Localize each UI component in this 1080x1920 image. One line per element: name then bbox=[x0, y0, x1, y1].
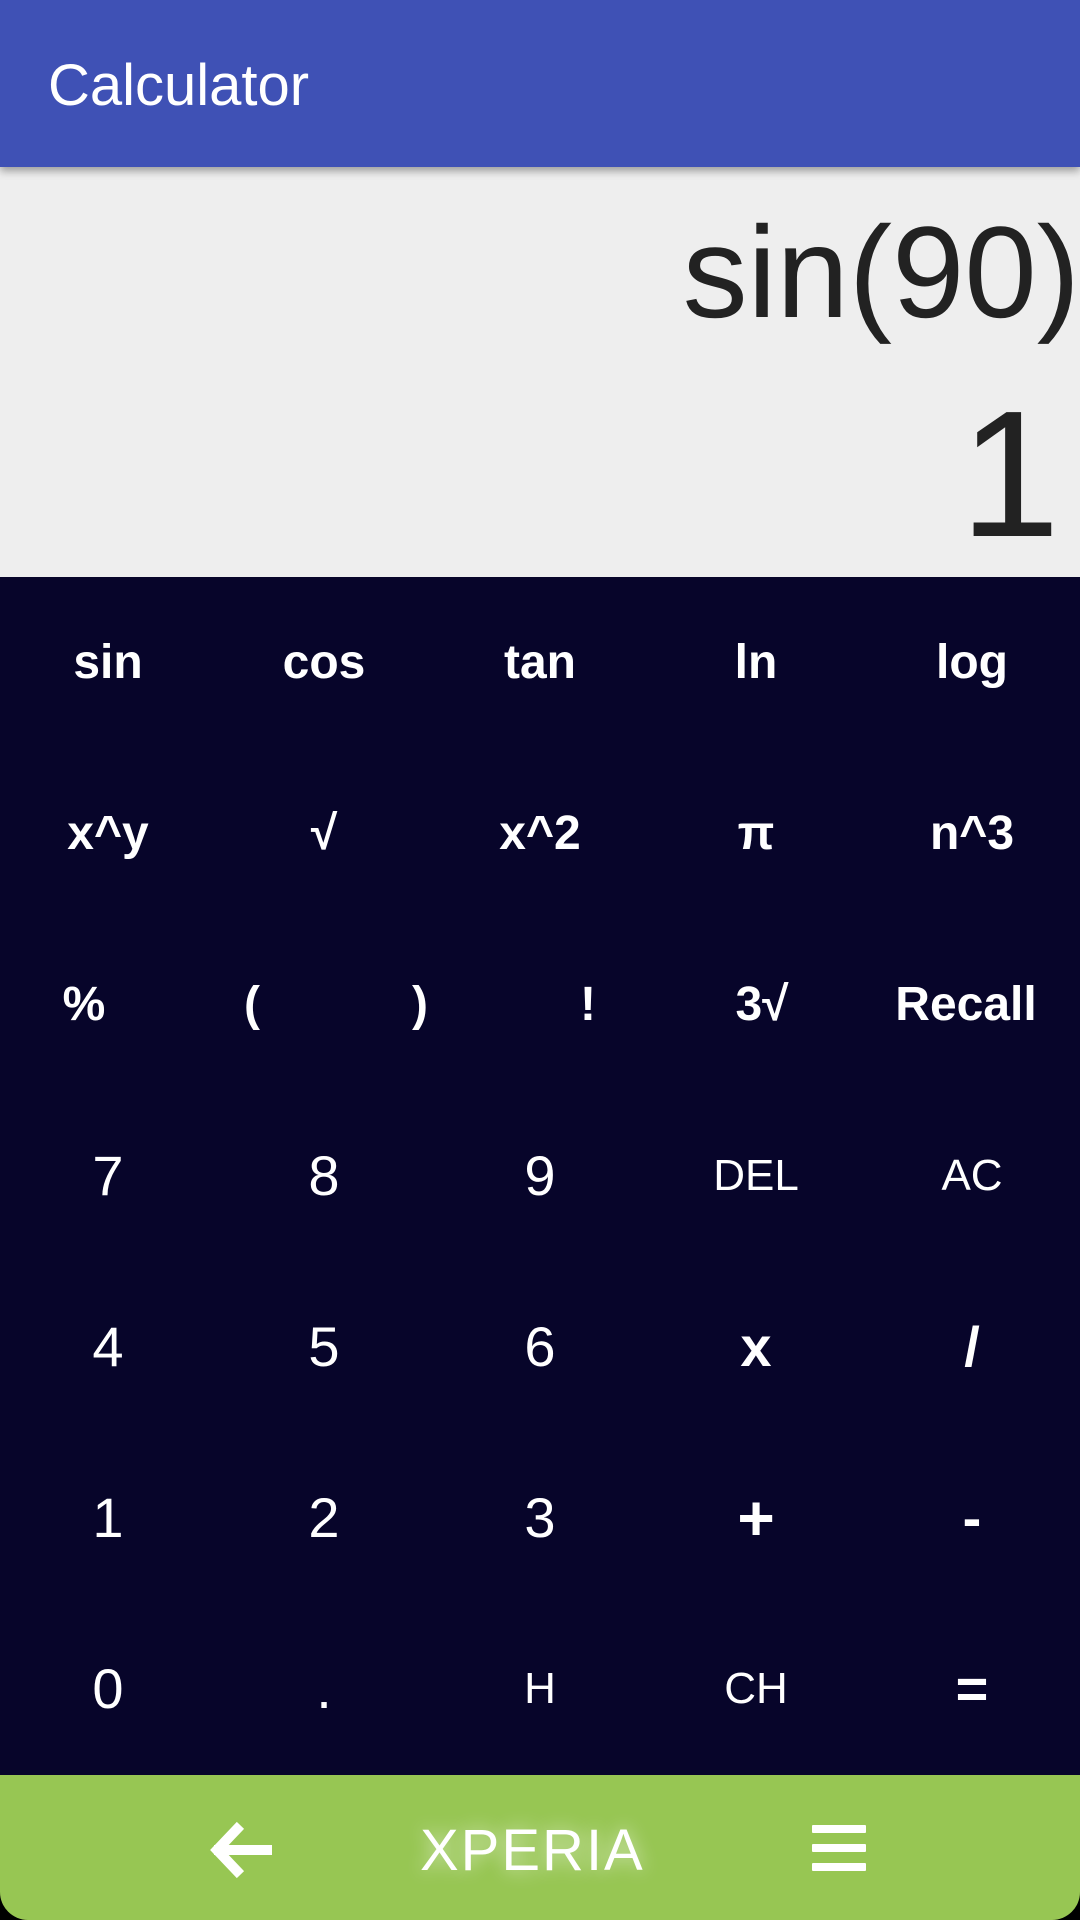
tan-button[interactable]: tan bbox=[432, 577, 648, 748]
power-button[interactable]: x^y bbox=[0, 748, 216, 919]
multiply-button[interactable]: x bbox=[648, 1261, 864, 1432]
minus-button[interactable]: - bbox=[864, 1432, 1080, 1603]
decimal-button[interactable]: . bbox=[216, 1603, 432, 1774]
ln-button[interactable]: ln bbox=[648, 577, 864, 748]
percent-button[interactable]: % bbox=[0, 919, 168, 1090]
app-title: Calculator bbox=[48, 53, 310, 118]
divide-button[interactable]: / bbox=[864, 1261, 1080, 1432]
digit-7-button[interactable]: 7 bbox=[0, 1090, 216, 1261]
open-paren-button[interactable]: ( bbox=[168, 919, 336, 1090]
cube-root-button[interactable]: 3√ bbox=[672, 919, 852, 1090]
result-text: 1 bbox=[959, 374, 1060, 575]
digit-3-button[interactable]: 3 bbox=[432, 1432, 648, 1603]
digit-9-button[interactable]: 9 bbox=[432, 1090, 648, 1261]
recall-button[interactable]: Recall bbox=[852, 919, 1080, 1090]
digit-8-button[interactable]: 8 bbox=[216, 1090, 432, 1261]
digit-1-button[interactable]: 1 bbox=[0, 1432, 216, 1603]
close-paren-button[interactable]: ) bbox=[336, 919, 504, 1090]
delete-button[interactable]: DEL bbox=[648, 1090, 864, 1261]
digit-2-button[interactable]: 2 bbox=[216, 1432, 432, 1603]
equals-button[interactable]: = bbox=[864, 1603, 1080, 1774]
log-button[interactable]: log bbox=[864, 577, 1080, 748]
app-bar: Calculator bbox=[0, 0, 1080, 167]
digit-0-button[interactable]: 0 bbox=[0, 1603, 216, 1774]
pi-button[interactable]: π bbox=[648, 748, 864, 919]
calculator-display: sin(90) 1 bbox=[0, 167, 1080, 577]
cube-button[interactable]: n^3 bbox=[864, 748, 1080, 919]
square-button[interactable]: x^2 bbox=[432, 748, 648, 919]
digit-4-button[interactable]: 4 bbox=[0, 1261, 216, 1432]
keypad: sin cos tan ln log x^y √ x^2 π n^3 % ( )… bbox=[0, 577, 1080, 1775]
clear-history-button[interactable]: CH bbox=[648, 1603, 864, 1774]
sin-button[interactable]: sin bbox=[0, 577, 216, 748]
cos-button[interactable]: cos bbox=[216, 577, 432, 748]
xperia-logo[interactable]: XPERIA bbox=[420, 1817, 645, 1884]
factorial-button[interactable]: ! bbox=[504, 919, 672, 1090]
back-arrow-icon[interactable] bbox=[205, 1815, 275, 1885]
menu-icon[interactable] bbox=[812, 1825, 866, 1873]
navigation-bar: XPERIA bbox=[0, 1775, 1080, 1920]
all-clear-button[interactable]: AC bbox=[864, 1090, 1080, 1261]
history-button[interactable]: H bbox=[432, 1603, 648, 1774]
sqrt-button[interactable]: √ bbox=[216, 748, 432, 919]
plus-button[interactable]: + bbox=[648, 1432, 864, 1603]
expression-text: sin(90) bbox=[682, 199, 1080, 345]
digit-6-button[interactable]: 6 bbox=[432, 1261, 648, 1432]
digit-5-button[interactable]: 5 bbox=[216, 1261, 432, 1432]
